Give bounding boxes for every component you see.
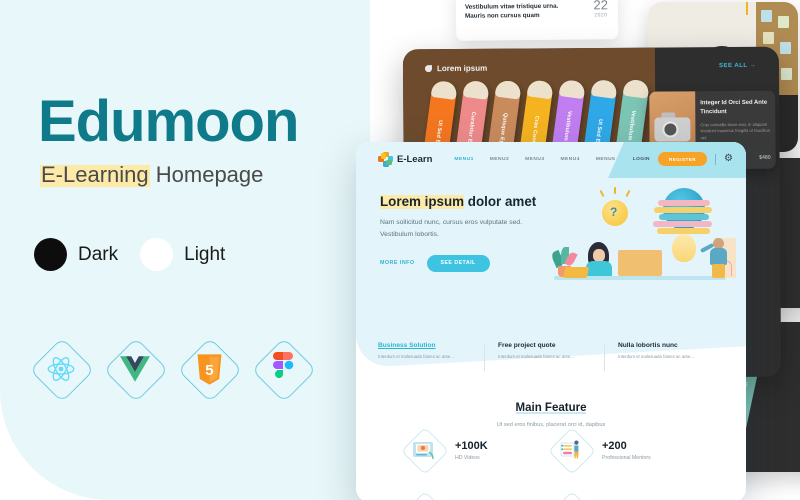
light-swatch-icon[interactable] — [140, 238, 174, 271]
hero-actions: MORE INFO SEE DETAIL — [380, 254, 590, 272]
hero-text-block: Lorem ipsum dolor amet Nam sollicitud nu… — [380, 194, 590, 272]
blog-date: DEC 22 2020 — [593, 0, 608, 18]
mentor-icon — [551, 430, 591, 470]
question-mark-icon: ? — [610, 205, 618, 219]
nav-actions: LOGIN REGISTER ⚙ — [633, 142, 733, 176]
see-all-label: SEE ALL — [718, 62, 748, 70]
pin-icon — [746, 2, 748, 15]
main-feature-heading: Main Feature — [515, 402, 587, 414]
product-title: Integer Id Orci Sed Ante Tincidunt — [700, 99, 768, 116]
tech-stack-row: 5 — [32, 340, 312, 398]
feature-stats-grid: +100K HD Videos +200 Professional Mentor… — [356, 430, 746, 500]
nav-item-menu5[interactable]: MENU5 — [596, 157, 615, 162]
html5-icon: 5 — [180, 340, 238, 398]
feature-stat-hd-videos: +100K HD Videos — [404, 430, 551, 470]
main-feature-subtitle: Ut sed eros finibus, placerat orci id, d… — [496, 422, 606, 428]
figma-icon — [254, 340, 312, 398]
page-title: Edumoon — [38, 89, 299, 154]
react-icon — [32, 340, 90, 398]
main-feature-header: Main Feature Ut sed eros finibus, placer… — [356, 398, 746, 428]
hero-heading-highlight: Lorem ipsum — [380, 194, 465, 209]
feature-stat-mentors: +200 Professional Mentors — [551, 430, 698, 470]
access-icon — [551, 494, 591, 500]
feature-stat-label: Professional Mentors — [602, 454, 651, 461]
blog-title: Vestibulum vitae tristique urna. Mauris … — [464, 2, 559, 20]
svg-text:5: 5 — [205, 362, 213, 379]
theme-mode-selector: Dark Light — [34, 238, 225, 271]
nav-item-menu3[interactable]: MENU3 — [525, 157, 544, 162]
logo[interactable]: E-Learn — [378, 151, 433, 167]
main-mockup: E-Learn MENU1 MENU2 MENU3 MENU4 MENU5 LO… — [356, 142, 746, 500]
feature-stat-number: +100K — [455, 439, 488, 452]
mode-label-light: Light — [184, 243, 226, 265]
dark-card-title: Lorem ipsum — [424, 63, 488, 74]
nav-menu: MENU1 MENU2 MENU3 MENU4 MENU5 — [454, 157, 615, 162]
feature-stat-number: +200 — [602, 439, 627, 452]
feature-stat-free-access: Free Life Time Access — [551, 494, 698, 500]
page-subtitle: E-Learning Homepage — [40, 162, 263, 188]
blog-card[interactable]: Science - Math Vestibulum vitae tristiqu… — [455, 0, 619, 41]
vue-icon — [106, 340, 164, 398]
feature-stat-label: HD Videos — [455, 454, 480, 461]
arrow-right-icon: → — [749, 62, 757, 69]
feature-column-text: Interdum et malesuada fames ac ante... — [498, 354, 574, 359]
video-icon — [404, 430, 444, 470]
subtitle-highlight: E-Learning — [40, 162, 150, 187]
feature-column-text: Interdum et malesuada fames ac ante... — [618, 354, 694, 359]
see-detail-button[interactable]: SEE DETAIL — [426, 254, 490, 272]
savings-icon — [404, 494, 444, 500]
register-button[interactable]: REGISTER — [657, 152, 708, 166]
feature-column-text: Interdum et malesuada fames ac ante... — [378, 354, 454, 359]
nav-item-menu4[interactable]: MENU4 — [561, 157, 580, 162]
mode-option-dark[interactable]: Dark — [34, 238, 118, 271]
product-price: $480 — [759, 154, 771, 161]
feature-columns: Business Solution Interdum et malesuada … — [356, 342, 746, 388]
leaf-icon — [424, 65, 433, 73]
nav-item-menu1[interactable]: MENU1 — [454, 157, 473, 162]
subtitle-rest: Homepage — [149, 162, 264, 187]
feature-column-nulla-lobortis[interactable]: Nulla lobortis nunc Interdum et malesuad… — [604, 342, 724, 388]
nav-divider — [715, 153, 717, 165]
navbar: E-Learn MENU1 MENU2 MENU3 MENU4 MENU5 LO… — [356, 142, 746, 176]
feature-stat-savings: $500 Saves per Month — [404, 494, 551, 500]
nav-item-menu2[interactable]: MENU2 — [490, 157, 509, 162]
elearn-logo-icon — [378, 151, 393, 167]
gear-icon[interactable]: ⚙ — [724, 154, 733, 164]
feature-column-business-solution[interactable]: Business Solution Interdum et malesuada … — [378, 342, 484, 388]
feature-column-heading: Free project quote — [498, 342, 556, 349]
mode-option-light[interactable]: Light — [140, 238, 225, 271]
logo-text: E-Learn — [397, 153, 433, 165]
dark-swatch-icon[interactable] — [34, 238, 67, 271]
more-info-link[interactable]: MORE INFO — [380, 260, 415, 266]
feature-column-heading: Nulla lobortis nunc — [618, 342, 678, 349]
hero-heading: Lorem ipsum dolor amet — [380, 194, 590, 209]
login-link[interactable]: LOGIN — [633, 157, 650, 162]
reaching-person-icon — [699, 238, 730, 278]
hero-paragraph: Nam sollicitud nunc, cursus eros vulputa… — [380, 219, 523, 238]
see-all-link[interactable]: SEE ALL → — [719, 63, 756, 69]
feature-column-free-project-quote[interactable]: Free project quote Interdum et malesuada… — [484, 342, 604, 388]
product-description: Cras convallis lacus erat, in aliquam ti… — [700, 121, 770, 140]
mode-label-dark: Dark — [78, 243, 119, 265]
blog-date-year: 2020 — [594, 11, 608, 19]
blog-date-day: 22 — [593, 0, 608, 13]
hero-heading-rest: dolor amet — [464, 194, 537, 209]
feature-column-heading: Business Solution — [378, 342, 436, 349]
dark-card-title-text: Lorem ipsum — [436, 63, 488, 74]
